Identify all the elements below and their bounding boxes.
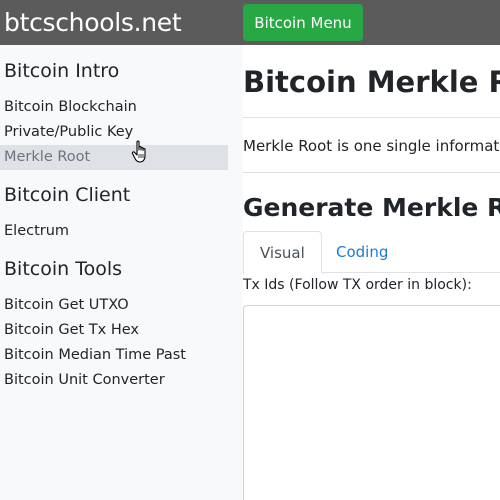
page-title: Bitcoin Merkle Ro <box>243 65 500 99</box>
intro-text: Merkle Root is one single informatio <box>243 137 500 155</box>
sidebar-section-title: Bitcoin Intro <box>4 60 120 82</box>
sidebar-item-private-public-key[interactable]: Private/Public Key <box>0 120 228 145</box>
section-subtitle: Generate Merkle Roo <box>243 193 500 222</box>
sidebar-item-bitcoin-unit-converter[interactable]: Bitcoin Unit Converter <box>0 368 228 393</box>
sidebar-section-title: Bitcoin Client <box>4 184 131 206</box>
sidebar: Bitcoin Intro Bitcoin Blockchain Private… <box>0 45 228 500</box>
site-brand[interactable]: btcschools.net <box>4 8 182 37</box>
tx-ids-input[interactable] <box>243 305 500 500</box>
sidebar-item-bitcoin-median-time-past[interactable]: Bitcoin Median Time Past <box>0 343 228 368</box>
sidebar-item-bitcoin-blockchain[interactable]: Bitcoin Blockchain <box>0 95 228 120</box>
sidebar-item-bitcoin-get-tx-hex[interactable]: Bitcoin Get Tx Hex <box>0 318 228 343</box>
sidebar-section-title: Bitcoin Tools <box>4 258 122 280</box>
sidebar-item-bitcoin-get-utxo[interactable]: Bitcoin Get UTXO <box>0 293 228 318</box>
divider <box>243 117 500 118</box>
sidebar-item-merkle-root[interactable]: Merkle Root <box>0 145 228 170</box>
top-navbar: btcschools.net Bitcoin Menu <box>0 0 500 45</box>
hand-cursor-icon <box>131 140 146 163</box>
tx-ids-label: Tx Ids (Follow TX order in block): <box>243 277 472 293</box>
tab-coding[interactable]: Coding <box>320 231 404 273</box>
sidebar-gutter <box>228 45 243 500</box>
tab-bar: Visual Coding <box>243 231 500 274</box>
tab-visual[interactable]: Visual <box>243 231 322 274</box>
main-content: Bitcoin Merkle Ro Merkle Root is one sin… <box>243 45 500 500</box>
bitcoin-menu-button[interactable]: Bitcoin Menu <box>243 4 363 41</box>
sidebar-item-electrum[interactable]: Electrum <box>0 219 228 244</box>
divider <box>243 172 500 173</box>
